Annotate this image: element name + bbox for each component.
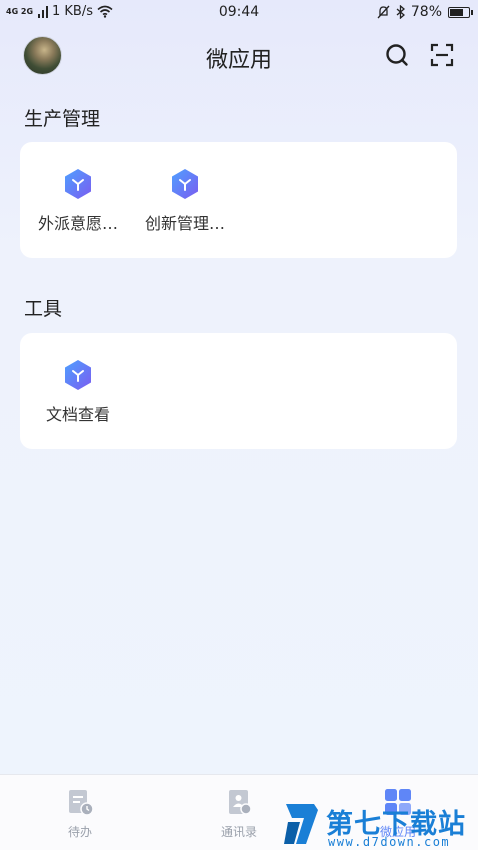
mute-bell-icon <box>377 5 390 19</box>
watermark: 第七下载站 www.d7down.com <box>282 800 478 850</box>
section-title-tools: 工具 <box>24 298 63 320</box>
nav-label: 通讯录 <box>220 825 257 839</box>
app-label: 文档查看 <box>45 405 110 424</box>
app-cube-icon <box>65 169 91 199</box>
battery-percent: 78% <box>410 4 442 20</box>
battery-icon <box>448 6 473 18</box>
todo-icon <box>69 790 94 816</box>
nav-tab-todo[interactable]: 待办 <box>30 787 130 840</box>
app-cube-icon <box>172 169 198 199</box>
watermark-url: www.d7down.com <box>328 835 451 849</box>
app-item-document-viewer[interactable]: 文档查看 <box>23 359 133 425</box>
app-label: 外派意愿… <box>37 214 118 233</box>
nav-label: 待办 <box>67 825 92 839</box>
app-label: 创新管理… <box>144 214 225 233</box>
app-item-dispatch-willingness[interactable]: 外派意愿… <box>23 168 133 234</box>
status-bar: 4G 2G 1 KB/s 09:44 78% <box>0 0 478 26</box>
nav-tab-contacts[interactable]: 通讯录 <box>189 787 289 840</box>
app-cube-icon <box>65 360 91 390</box>
contacts-icon <box>229 790 252 815</box>
scan-icon[interactable] <box>429 42 455 68</box>
app-card-production: 外派意愿… 创新管理… <box>20 142 457 258</box>
battery-level <box>450 8 463 16</box>
app-item-innovation-management[interactable]: 创新管理… <box>130 168 240 234</box>
watermark-logo-icon <box>284 804 318 844</box>
section-title-production: 生产管理 <box>24 108 101 130</box>
search-icon[interactable] <box>384 42 410 68</box>
status-right: 78% <box>377 4 473 20</box>
bluetooth-icon <box>396 5 405 19</box>
app-card-tools: 文档查看 <box>20 333 457 449</box>
app-header: 微应用 <box>0 30 478 84</box>
